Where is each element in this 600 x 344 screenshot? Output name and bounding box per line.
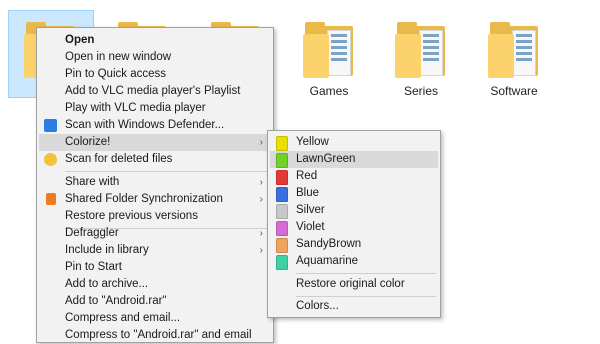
submenu-arrow-icon: ›	[259, 177, 263, 188]
colorize-submenu: Yellow LawnGreen Red Blue Silver Violet …	[267, 130, 441, 318]
folder-label-series: Series	[403, 84, 438, 98]
blue-tag-icon	[276, 187, 288, 202]
menu-item-label: Include in library	[65, 244, 149, 256]
menu-item-label: Share with	[65, 176, 120, 188]
color-label: Silver	[296, 204, 325, 216]
color-item-violet[interactable]: Violet	[270, 219, 438, 236]
yellow-tag-icon	[276, 136, 288, 151]
menu-item-label: Scan for deleted files	[65, 153, 173, 165]
lawngreen-tag-icon	[276, 153, 288, 168]
menu-item-scan-deleted[interactable]: Scan for deleted files	[39, 151, 271, 168]
menu-item-add-archive[interactable]: Add to archive...	[39, 276, 271, 293]
color-item-sandybrown[interactable]: SandyBrown	[270, 236, 438, 253]
folder-series[interactable]	[391, 12, 451, 82]
restore-original-color[interactable]: Restore original color	[270, 276, 438, 293]
menu-item-label: Defraggler	[65, 227, 119, 239]
submenu-arrow-icon: ›	[259, 228, 263, 239]
color-item-lawngreen[interactable]: LawnGreen	[270, 151, 438, 168]
menu-item-open[interactable]: Open	[39, 32, 271, 49]
menu-item-label: Pin to Start	[65, 261, 122, 273]
menu-item-share-with[interactable]: Share with ›	[39, 174, 271, 191]
menu-item-label: Add to VLC media player's Playlist	[65, 85, 241, 97]
aquamarine-tag-icon	[276, 255, 288, 270]
menu-item-label: Scan with Windows Defender...	[65, 119, 225, 131]
menu-item-pin-quick-access[interactable]: Pin to Quick access	[39, 66, 271, 83]
menu-separator	[65, 171, 269, 172]
menu-item-compress-email[interactable]: Compress and email...	[39, 310, 271, 327]
menu-item-add-vlc-playlist[interactable]: Add to VLC media player's Playlist	[39, 83, 271, 100]
menu-item-label: Open in new window	[65, 51, 172, 63]
colors-dialog-item[interactable]: Colors...	[270, 298, 438, 315]
color-item-red[interactable]: Red	[270, 168, 438, 185]
submenu-arrow-icon: ›	[259, 194, 263, 205]
menu-item-shared-folder-sync[interactable]: Shared Folder Synchronization ›	[39, 191, 271, 208]
red-tag-icon	[276, 170, 288, 185]
menu-separator	[296, 296, 436, 297]
color-label: Violet	[296, 221, 325, 233]
menu-item-scan-defender[interactable]: Scan with Windows Defender...	[39, 117, 271, 134]
color-label: Red	[296, 170, 318, 182]
recovery-scan-icon	[44, 153, 57, 166]
menu-item-label: Add to archive...	[65, 278, 149, 290]
submenu-arrow-icon: ›	[259, 137, 263, 148]
context-menu: Open Open in new window Pin to Quick acc…	[36, 27, 274, 343]
menu-item-label: Pin to Quick access	[65, 68, 166, 80]
color-label: Blue	[296, 187, 320, 199]
folder-label-software: Software	[490, 84, 538, 98]
menu-item-play-vlc[interactable]: Play with VLC media player	[39, 100, 271, 117]
menu-separator	[296, 273, 436, 274]
menu-item-label: Shared Folder Synchronization	[65, 193, 223, 205]
folder-label-games: Games	[309, 84, 349, 98]
menu-item-label: Add to "Android.rar"	[65, 295, 167, 307]
menu-item-label: Restore original color	[296, 278, 405, 290]
folder-software[interactable]	[484, 12, 544, 82]
menu-item-open-new-window[interactable]: Open in new window	[39, 49, 271, 66]
windows-defender-icon	[44, 119, 57, 132]
color-label: LawnGreen	[296, 153, 356, 165]
menu-item-label: Compress to "Android.rar" and email	[65, 329, 252, 341]
menu-item-label: Compress and email...	[65, 312, 181, 324]
submenu-arrow-icon: ›	[259, 245, 263, 256]
menu-item-compress-android-email[interactable]: Compress to "Android.rar" and email	[39, 327, 271, 344]
menu-item-label: Restore previous versions	[65, 210, 198, 222]
menu-item-colorize[interactable]: Colorize! ›	[39, 134, 271, 151]
color-label: Yellow	[296, 136, 329, 148]
violet-tag-icon	[276, 221, 288, 236]
sync-icon	[46, 193, 56, 205]
color-label: SandyBrown	[296, 238, 362, 250]
color-item-silver[interactable]: Silver	[270, 202, 438, 219]
menu-item-label: Colors...	[296, 300, 339, 312]
menu-item-restore-versions[interactable]: Restore previous versions	[39, 208, 271, 225]
menu-item-pin-start[interactable]: Pin to Start	[39, 259, 271, 276]
menu-item-label: Colorize!	[65, 136, 111, 148]
color-item-aquamarine[interactable]: Aquamarine	[270, 253, 438, 270]
menu-item-label: Open	[65, 34, 95, 46]
menu-item-defraggler[interactable]: Defraggler ›	[39, 225, 271, 242]
folder-games[interactable]	[299, 12, 359, 82]
sandybrown-tag-icon	[276, 238, 288, 253]
color-item-blue[interactable]: Blue	[270, 185, 438, 202]
color-item-yellow[interactable]: Yellow	[270, 134, 438, 151]
menu-item-label: Play with VLC media player	[65, 102, 206, 114]
color-label: Aquamarine	[296, 255, 359, 267]
silver-tag-icon	[276, 204, 288, 219]
menu-item-add-android-rar[interactable]: Add to "Android.rar"	[39, 293, 271, 310]
menu-item-include-library[interactable]: Include in library ›	[39, 242, 271, 259]
